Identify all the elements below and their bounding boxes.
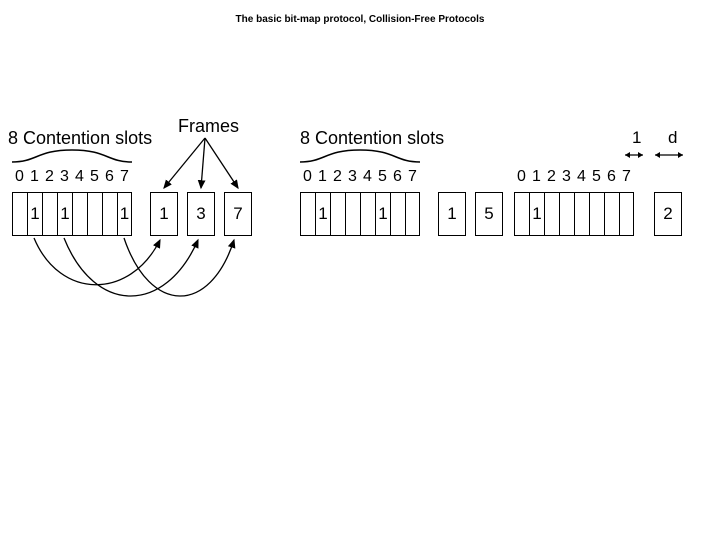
- contention-slots-2: 1 1: [300, 192, 420, 236]
- slot-numbers-1: 0 1 2 3 4 5 6 7: [12, 168, 132, 186]
- dim-1-label: 1: [632, 128, 641, 148]
- brace-2: [300, 148, 420, 164]
- slotnum: 5: [375, 168, 390, 186]
- frame: 2: [654, 192, 682, 236]
- frames-block-2: 1 5: [438, 192, 503, 236]
- slot: [405, 192, 420, 236]
- slot: [12, 192, 27, 236]
- slot: 1: [315, 192, 330, 236]
- slotnum: 6: [102, 168, 117, 186]
- slotnum: 7: [619, 168, 634, 186]
- slot-numbers-2: 0 1 2 3 4 5 6 7: [300, 168, 420, 186]
- frames-block-1: 1 3 7: [150, 192, 252, 236]
- frames-block-3: 2: [654, 192, 682, 236]
- frame: 3: [187, 192, 215, 236]
- slotnum: 6: [390, 168, 405, 186]
- slotnum: 3: [345, 168, 360, 186]
- slotnum: 6: [604, 168, 619, 186]
- slot: [72, 192, 87, 236]
- slotnum: 3: [57, 168, 72, 186]
- slot: [360, 192, 375, 236]
- contention-slots-1: 1 1 1: [12, 192, 132, 236]
- slot: [390, 192, 405, 236]
- frame: 7: [224, 192, 252, 236]
- frame: 5: [475, 192, 503, 236]
- frame: 1: [438, 192, 466, 236]
- slot: [330, 192, 345, 236]
- slotnum: 2: [42, 168, 57, 186]
- slotnum: 4: [72, 168, 87, 186]
- slot: [544, 192, 559, 236]
- slot: [619, 192, 634, 236]
- slot: [102, 192, 117, 236]
- brace-1: [12, 148, 132, 164]
- page-title: The basic bit-map protocol, Collision-Fr…: [236, 14, 485, 25]
- slotnum: 0: [300, 168, 315, 186]
- slotnum: 1: [529, 168, 544, 186]
- slot: [345, 192, 360, 236]
- slot: 1: [529, 192, 544, 236]
- slotnum: 4: [360, 168, 375, 186]
- slot: 1: [27, 192, 42, 236]
- slot: [604, 192, 619, 236]
- contention-label-2: 8 Contention slots: [300, 128, 444, 149]
- slot: 1: [57, 192, 72, 236]
- slotnum: 3: [559, 168, 574, 186]
- slotnum: 0: [514, 168, 529, 186]
- slotnum: 4: [574, 168, 589, 186]
- slot: [589, 192, 604, 236]
- dim-arrows: [625, 148, 715, 162]
- slot: [514, 192, 529, 236]
- slotnum: 5: [87, 168, 102, 186]
- frame: 1: [150, 192, 178, 236]
- dim-d-label: d: [668, 128, 677, 148]
- frames-label: Frames: [178, 116, 239, 137]
- slotnum: 0: [12, 168, 27, 186]
- slot: [87, 192, 102, 236]
- slot: [574, 192, 589, 236]
- slot: [42, 192, 57, 236]
- slot: [300, 192, 315, 236]
- slot: 1: [117, 192, 132, 236]
- slot-numbers-3: 0 1 2 3 4 5 6 7: [514, 168, 634, 186]
- slotnum: 2: [330, 168, 345, 186]
- slotnum: 7: [405, 168, 420, 186]
- slotnum: 2: [544, 168, 559, 186]
- contention-slots-3: 1: [514, 192, 634, 236]
- slotnum: 5: [589, 168, 604, 186]
- slotnum: 1: [315, 168, 330, 186]
- contention-label-1: 8 Contention slots: [8, 128, 152, 149]
- slotnum: 7: [117, 168, 132, 186]
- slotnum: 1: [27, 168, 42, 186]
- slot: [559, 192, 574, 236]
- slot: 1: [375, 192, 390, 236]
